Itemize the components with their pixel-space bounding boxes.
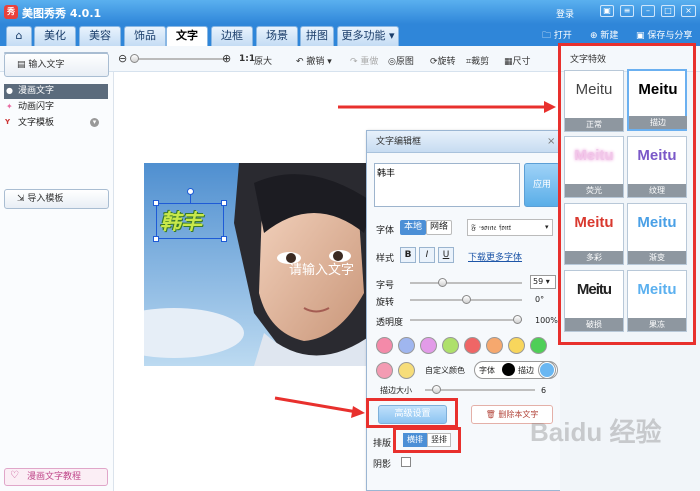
arrow-to-advanced	[274, 396, 358, 414]
watermark: Baidu 经验	[530, 417, 662, 447]
arrow-head-advanced	[351, 406, 365, 418]
arrow-head-effects	[544, 101, 556, 113]
